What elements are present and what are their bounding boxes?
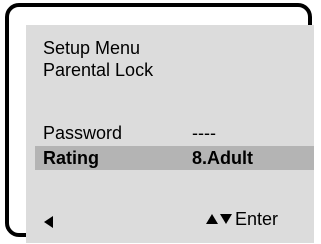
password-row[interactable]: Password ---- <box>35 121 314 145</box>
rating-value: 8.Adult <box>192 148 253 168</box>
rating-row[interactable]: Rating 8.Adult <box>35 146 314 170</box>
password-label: Password <box>43 123 123 143</box>
menu-subtitle: Parental Lock <box>43 60 154 80</box>
device-bezel: Setup Menu Parental Lock Password ---- R… <box>5 3 314 243</box>
down-arrow-icon <box>220 214 232 224</box>
enter-label: Enter <box>235 209 279 229</box>
navigation-hint: Enter <box>206 209 278 229</box>
menu-title: Setup Menu <box>43 38 141 58</box>
password-value: ---- <box>192 123 216 143</box>
osd-screen: Setup Menu Parental Lock Password ---- R… <box>26 25 314 243</box>
back-arrow-icon[interactable] <box>44 216 53 228</box>
rating-label: Rating <box>43 148 99 168</box>
up-arrow-icon <box>206 214 218 224</box>
